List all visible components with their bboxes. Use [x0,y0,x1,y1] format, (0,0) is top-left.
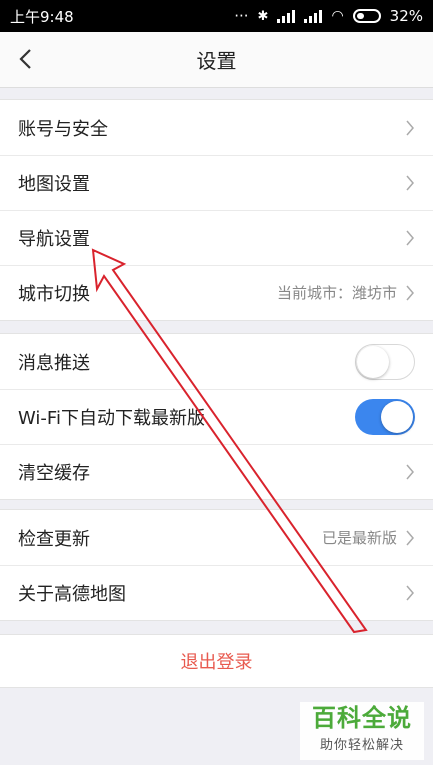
bluetooth-icon: ✱ [257,8,269,24]
chevron-right-icon [406,120,414,135]
status-bar: 上午9:48 ··· ✱ ◠ 32% [0,0,433,32]
row-navigation-settings[interactable]: 导航设置 [0,210,433,265]
row-label: 清空缓存 [18,462,90,484]
notification-dots-icon: ··· [234,7,249,25]
chevron-right-icon [406,530,414,545]
row-label: 城市切换 [18,283,90,305]
logout-button[interactable]: 退出登录 [0,634,433,688]
row-label: 地图设置 [18,173,90,195]
row-label: Wi-Fi下自动下载最新版 [18,407,205,429]
push-toggle[interactable] [355,343,415,380]
settings-group-account: 账号与安全 地图设置 导航设置 城市切换 当前城市：潍坊市 [0,99,433,321]
chevron-right-icon [406,464,414,479]
row-account-security[interactable]: 账号与安全 [0,100,433,155]
row-label: 消息推送 [18,352,90,374]
settings-group-about: 检查更新 已是最新版 关于高德地图 [0,509,433,621]
chevron-right-icon [406,175,414,190]
status-icons: ··· ✱ ◠ 32% [234,7,423,25]
row-about-amap[interactable]: 关于高德地图 [0,565,433,620]
row-wifi-auto-download: Wi-Fi下自动下载最新版 [0,389,433,444]
chevron-left-icon[interactable] [12,44,42,74]
toggle-knob [357,345,389,378]
row-label: 关于高德地图 [18,583,126,605]
watermark-logo: 百科全说 助你轻松解决 [300,702,424,760]
row-city-switch[interactable]: 城市切换 当前城市：潍坊市 [0,265,433,320]
wifi-icon: ◠ [331,8,344,24]
chevron-right-icon [406,230,414,245]
current-city-value: 当前城市：潍坊市 [276,284,397,302]
watermark-subtitle: 助你轻松解决 [319,738,404,753]
signal-icon [277,9,296,23]
row-map-settings[interactable]: 地图设置 [0,155,433,210]
chevron-right-icon [406,585,414,600]
settings-group-general: 消息推送 Wi-Fi下自动下载最新版 清空缓存 [0,333,433,500]
chevron-right-icon [406,285,414,300]
row-clear-cache[interactable]: 清空缓存 [0,444,433,499]
row-check-update[interactable]: 检查更新 已是最新版 [0,510,433,565]
battery-icon [352,9,381,23]
nav-bar: 设置 [0,32,433,88]
row-label: 导航设置 [18,228,90,250]
toggle-knob [381,400,413,433]
row-label: 账号与安全 [18,118,108,140]
logout-label: 退出登录 [180,652,253,673]
update-status-value: 已是最新版 [321,529,397,547]
row-push-notifications: 消息推送 [0,334,433,389]
watermark-title: 百科全说 [312,704,412,732]
page-title: 设置 [196,49,237,73]
row-label: 检查更新 [18,528,90,550]
wifi-download-toggle[interactable] [355,398,415,435]
status-time: 上午9:48 [10,7,74,26]
signal-icon-2 [304,9,323,23]
battery-percent: 32% [389,7,423,25]
